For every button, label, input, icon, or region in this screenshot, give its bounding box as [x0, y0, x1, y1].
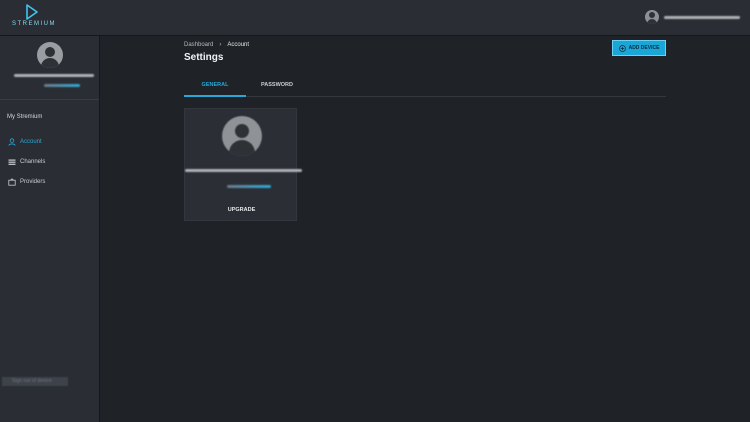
settings-tabs: GENERAL PASSWORD	[184, 76, 666, 97]
sidebar-item-label: Account	[20, 139, 42, 145]
sidebar-nav: Account Channels Providers	[8, 132, 98, 192]
sidebar-item-label: Channels	[20, 159, 46, 165]
top-bar: STREMIUM	[0, 0, 750, 36]
user-email-redacted	[664, 15, 740, 19]
add-device-label: ADD DEVICE	[628, 45, 660, 51]
main-content: Dashboard › Account Settings ADD DEVICE …	[184, 36, 666, 416]
user-avatar-icon	[645, 10, 659, 24]
account-avatar-icon[interactable]	[222, 116, 262, 156]
sidebar-item-label: Providers	[20, 179, 46, 185]
sidebar-section-title: My Stremium	[7, 114, 43, 120]
profile-avatar-icon	[37, 42, 63, 68]
profile-plan-redacted	[44, 84, 80, 87]
sidebar-profile	[0, 36, 99, 100]
account-plan-redacted	[227, 185, 271, 188]
channels-icon	[8, 159, 16, 165]
plus-circle-icon	[618, 44, 626, 52]
upgrade-button[interactable]: UPGRADE	[185, 207, 298, 213]
sidebar: My Stremium Account Channels Providers S…	[0, 36, 100, 422]
providers-icon	[8, 178, 16, 186]
breadcrumb-current: Account	[227, 42, 250, 48]
add-device-button[interactable]: ADD DEVICE	[612, 40, 666, 56]
breadcrumb: Dashboard › Account	[184, 42, 249, 48]
page-title: Settings	[184, 52, 224, 63]
breadcrumb-dashboard[interactable]: Dashboard	[184, 42, 213, 48]
account-card: UPGRADE	[184, 108, 302, 221]
sidebar-item-account[interactable]: Account	[8, 132, 98, 152]
sidebar-item-providers[interactable]: Providers	[8, 172, 98, 192]
profile-name-redacted	[14, 74, 94, 77]
user-menu[interactable]	[645, 9, 740, 25]
sign-out-button[interactable]: Sign out of device	[2, 377, 68, 386]
logo-play-icon	[26, 4, 38, 20]
tab-general[interactable]: GENERAL	[184, 76, 246, 97]
logo-text: STREMIUM	[12, 21, 56, 27]
sidebar-item-channels[interactable]: Channels	[8, 152, 98, 172]
tab-password[interactable]: PASSWORD	[246, 76, 308, 96]
app-logo[interactable]: STREMIUM	[12, 4, 56, 32]
breadcrumb-separator-icon: ›	[219, 42, 222, 48]
account-name-redacted	[185, 169, 302, 172]
user-icon	[8, 138, 16, 146]
